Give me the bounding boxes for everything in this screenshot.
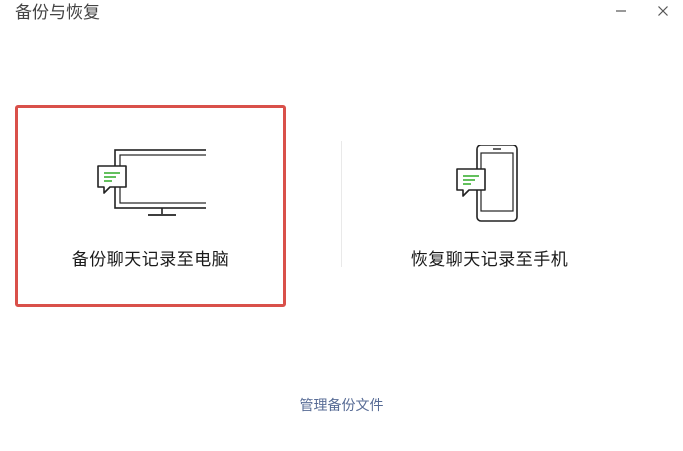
manage-backup-files-link[interactable]: 管理备份文件: [0, 396, 683, 416]
phone-chat-icon: [455, 145, 518, 222]
backup-restore-window: 备份与恢复 备份聊天记录至电脑 恢复聊天记录至手机 管理备份文件: [0, 0, 683, 451]
close-icon: [658, 6, 668, 16]
minimize-icon: [616, 10, 626, 12]
backup-to-pc-option[interactable]: 备份聊天记录至电脑: [15, 105, 286, 307]
close-button[interactable]: [645, 0, 681, 22]
options-divider: [341, 141, 342, 267]
restore-to-phone-option[interactable]: 恢复聊天记录至手机: [354, 105, 625, 307]
minimize-button[interactable]: [603, 0, 639, 22]
backup-to-pc-label: 备份聊天记录至电脑: [71, 250, 230, 270]
window-title: 备份与恢复: [15, 3, 100, 23]
restore-to-phone-label: 恢复聊天记录至手机: [410, 250, 569, 270]
monitor-chat-icon: [96, 149, 206, 216]
